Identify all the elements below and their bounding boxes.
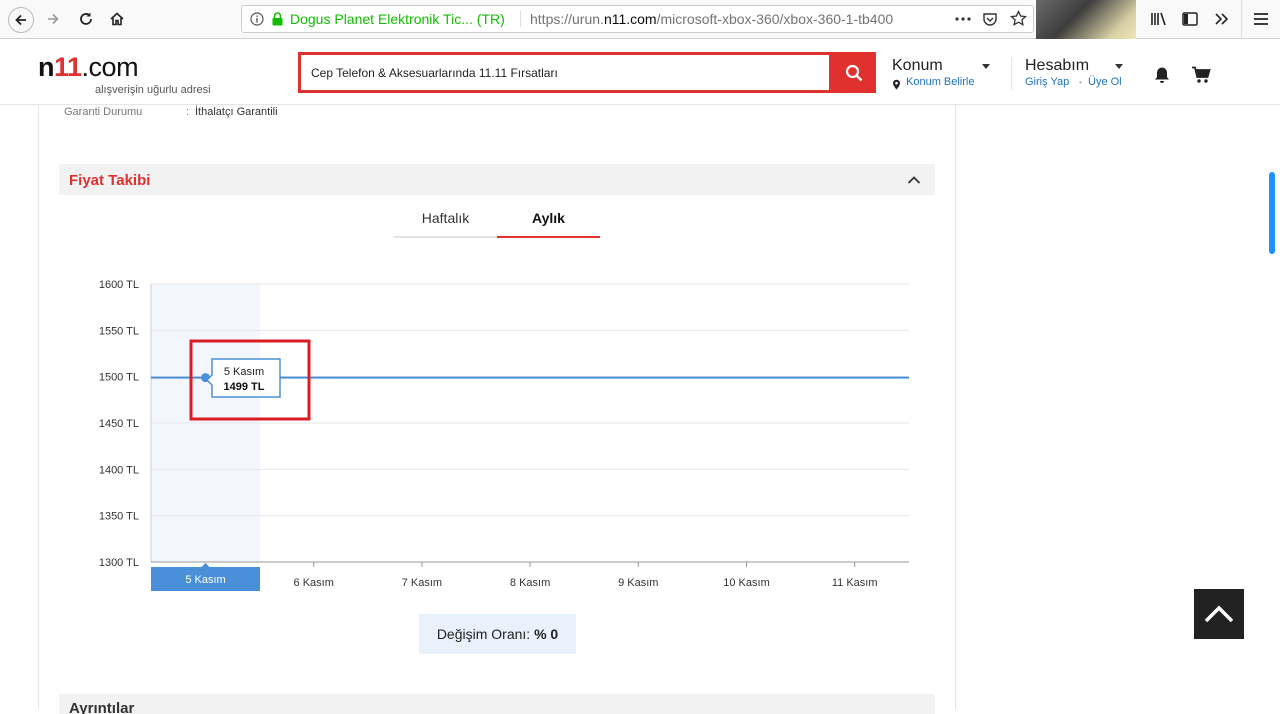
- tab-haftalik[interactable]: Haftalık: [394, 200, 497, 238]
- url-separator: [520, 11, 521, 27]
- forward-arrow-icon[interactable]: [42, 8, 64, 30]
- degisim-value: % 0: [534, 626, 559, 642]
- site-identity[interactable]: Dogus Planet Elektronik Tic... (TR): [290, 6, 505, 32]
- logo-n: n: [38, 52, 55, 82]
- toolbar-divider: [1241, 0, 1242, 39]
- library-icon[interactable]: [1148, 8, 1170, 30]
- location-pin-icon: [892, 77, 901, 95]
- home-icon[interactable]: [106, 8, 128, 30]
- browser-toolbar: Dogus Planet Elektronik Tic... (TR) http…: [0, 0, 1280, 39]
- garanti-label: Garanti Durumu: [64, 106, 143, 118]
- cart-icon[interactable]: [1191, 66, 1211, 89]
- link-separator-dot: •: [1079, 78, 1082, 87]
- tab-aylik[interactable]: Aylık: [497, 200, 600, 238]
- chevron-up-icon[interactable]: [907, 172, 921, 190]
- reload-icon[interactable]: [75, 8, 97, 30]
- info-icon[interactable]: [250, 12, 264, 31]
- fiyat-takibi-header[interactable]: Fiyat Takibi: [59, 164, 935, 195]
- site-header: n11.com alışverişin uğurlu adresi Konum …: [0, 40, 1280, 105]
- n11-logo[interactable]: n11.com alışverişin uğurlu adresi: [38, 52, 211, 96]
- chevron-up-icon: [1204, 605, 1234, 623]
- url-path: /microsoft-xbox-360/xbox-360-1-tb400: [656, 11, 894, 27]
- scroll-to-top-button[interactable]: [1194, 589, 1244, 639]
- sidebar-icon[interactable]: [1179, 8, 1201, 30]
- hesabim-title[interactable]: Hesabım: [1025, 57, 1089, 75]
- giris-yap-link[interactable]: Giriş Yap: [1025, 76, 1069, 88]
- search-button[interactable]: [832, 52, 876, 93]
- more-dots-icon[interactable]: [954, 11, 972, 32]
- ayrintilar-header[interactable]: Ayrıntılar: [59, 694, 935, 714]
- url-domain: n11.com: [603, 11, 657, 27]
- search-input[interactable]: [301, 55, 829, 90]
- back-arrow-icon[interactable]: [8, 7, 34, 33]
- logo-dotcom: .com: [81, 52, 139, 82]
- hesabim-caret-icon[interactable]: [1115, 64, 1123, 69]
- degisim-orani-box: Değişim Oranı: % 0: [419, 614, 576, 654]
- header-divider: [1011, 58, 1012, 90]
- url-prefix: https://urun.: [530, 11, 604, 27]
- search-box[interactable]: [298, 52, 832, 93]
- overflow-icon[interactable]: [1211, 8, 1233, 30]
- garanti-value: İthalatçı Garantili: [195, 106, 278, 118]
- degisim-label: Değişim Oranı:: [436, 626, 531, 642]
- star-icon[interactable]: [1010, 9, 1027, 32]
- lock-icon: [271, 12, 284, 31]
- pocket-icon[interactable]: [982, 11, 998, 32]
- bell-icon[interactable]: [1154, 66, 1170, 89]
- garanti-colon: :: [186, 106, 190, 118]
- url-bar[interactable]: Dogus Planet Elektronik Tic... (TR) http…: [241, 5, 1034, 33]
- konum-title[interactable]: Konum: [892, 57, 943, 75]
- scrollbar-thumb[interactable]: [1269, 172, 1275, 254]
- uye-ol-link[interactable]: Üye Ol: [1088, 76, 1122, 88]
- logo-tagline: alışverişin uğurlu adresi: [95, 84, 211, 96]
- menu-icon[interactable]: [1250, 8, 1272, 30]
- konum-belirle-link[interactable]: Konum Belirle: [906, 76, 974, 88]
- konum-caret-icon[interactable]: [982, 64, 990, 69]
- fiyat-takibi-title: Fiyat Takibi: [69, 172, 151, 189]
- logo-eleven: 11: [54, 52, 82, 82]
- browser-theme-image: [1036, 0, 1136, 39]
- ayrintilar-title: Ayrıntılar: [69, 700, 135, 714]
- url-text[interactable]: https://urun.n11.com/microsoft-xbox-360/…: [530, 6, 910, 32]
- search-icon: [845, 64, 863, 81]
